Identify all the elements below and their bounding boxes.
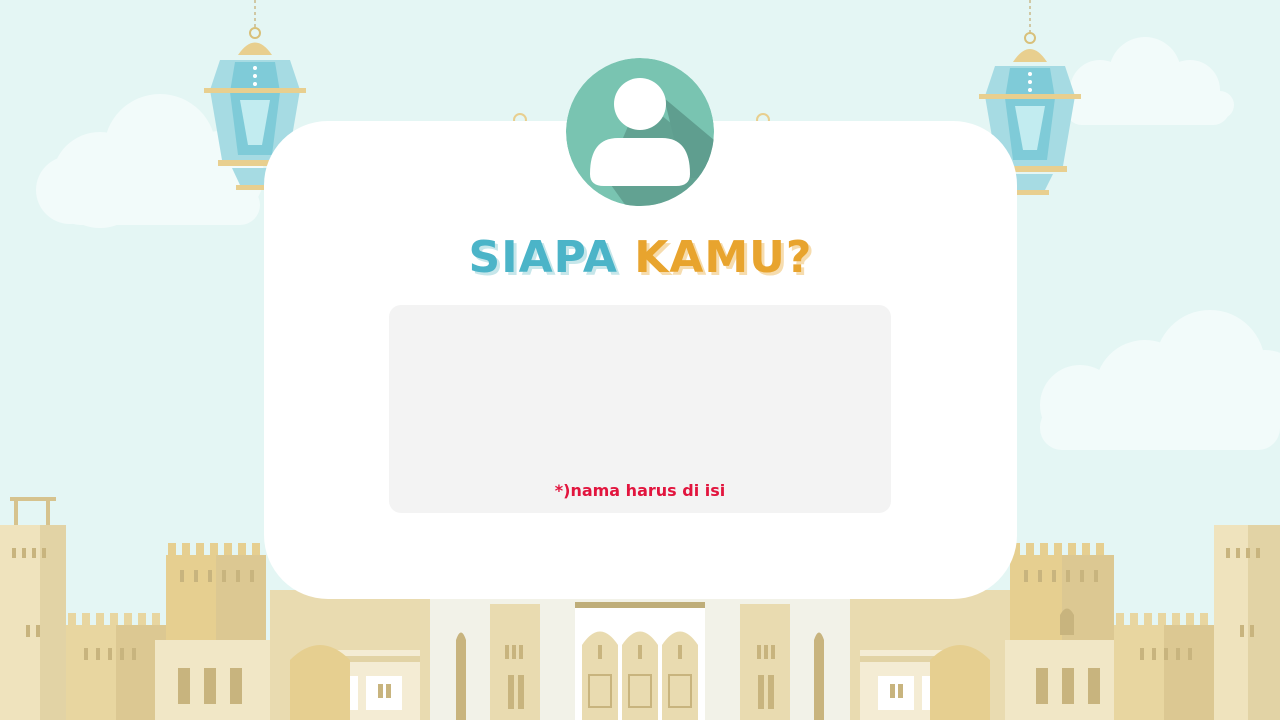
cloud-right-mid <box>1040 310 1280 450</box>
user-avatar-icon <box>566 58 714 206</box>
page-title: SIAPA KAMU? <box>264 228 1017 288</box>
error-message: *)nama harus di isi <box>554 481 726 500</box>
title-word-2: KAMU? <box>634 232 813 283</box>
name-input[interactable] <box>389 305 891 465</box>
name-field-container: *)nama harus di isi <box>389 305 891 513</box>
title-word-1: SIAPA <box>468 232 618 283</box>
